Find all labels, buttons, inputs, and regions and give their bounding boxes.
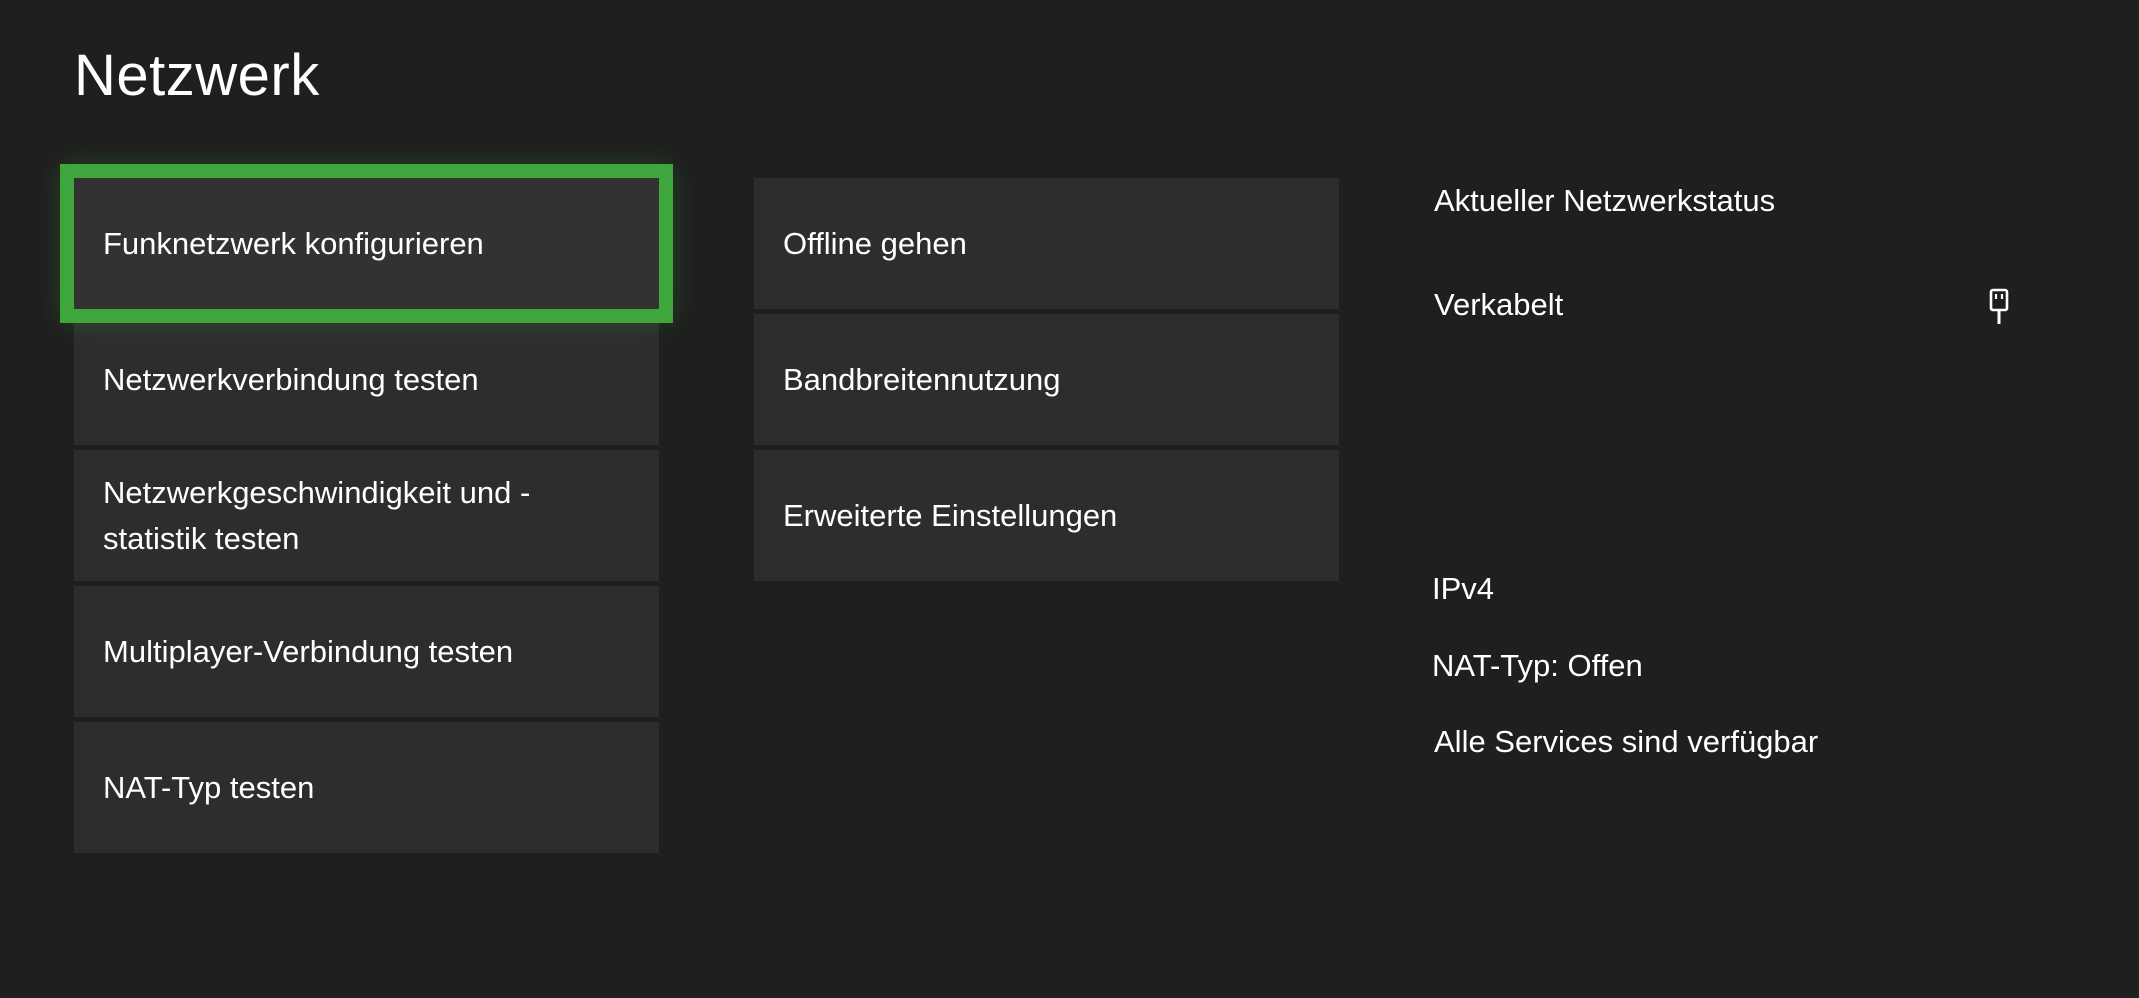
test-network-connection-label: Netzwerkverbindung testen: [103, 361, 479, 397]
page-title: Netzwerk: [74, 43, 320, 108]
connection-type-label: Verkabelt: [1434, 287, 1564, 322]
configure-wireless-button[interactable]: Funknetzwerk konfigurieren: [60, 164, 673, 323]
test-network-speed-label: Netzwerkgeschwindigkeit und - statistik …: [103, 470, 530, 562]
network-menu-left: Funknetzwerk konfigurieren Netzwerkverbi…: [60, 164, 673, 858]
go-offline-button[interactable]: Offline gehen: [754, 178, 1339, 309]
test-network-speed-button[interactable]: Netzwerkgeschwindigkeit und - statistik …: [74, 450, 659, 581]
network-menu-middle: Offline gehen Bandbreitennutzung Erweite…: [754, 178, 1339, 586]
test-nat-type-label: NAT-Typ testen: [103, 769, 315, 805]
test-nat-type-button[interactable]: NAT-Typ testen: [74, 722, 659, 853]
services-status: Alle Services sind verfügbar: [1434, 724, 1819, 759]
configure-wireless-label: Funknetzwerk konfigurieren: [103, 225, 484, 261]
test-network-speed-label-line1: Netzwerkgeschwindigkeit und -: [103, 474, 531, 510]
advanced-settings-button[interactable]: Erweiterte Einstellungen: [754, 450, 1339, 581]
bandwidth-usage-button[interactable]: Bandbreitennutzung: [754, 314, 1339, 445]
connection-type: Verkabelt: [1434, 282, 2014, 328]
ip-version: IPv4: [1432, 571, 1495, 606]
ethernet-plug-icon: [1989, 288, 2009, 324]
advanced-settings-label: Erweiterte Einstellungen: [783, 497, 1118, 533]
test-multiplayer-connection-label: Multiplayer-Verbindung testen: [103, 633, 514, 669]
test-network-speed-label-line2: statistik testen: [103, 520, 300, 556]
test-multiplayer-connection-button[interactable]: Multiplayer-Verbindung testen: [74, 586, 659, 717]
bandwidth-usage-label: Bandbreitennutzung: [783, 361, 1061, 397]
network-settings-page: Netzwerk Funknetzwerk konfigurieren Netz…: [0, 0, 2139, 998]
network-status-heading: Aktueller Netzwerkstatus: [1434, 183, 1776, 218]
nat-type-status: NAT-Typ: Offen: [1432, 648, 1643, 683]
go-offline-label: Offline gehen: [783, 225, 967, 261]
test-network-connection-button[interactable]: Netzwerkverbindung testen: [74, 314, 659, 445]
